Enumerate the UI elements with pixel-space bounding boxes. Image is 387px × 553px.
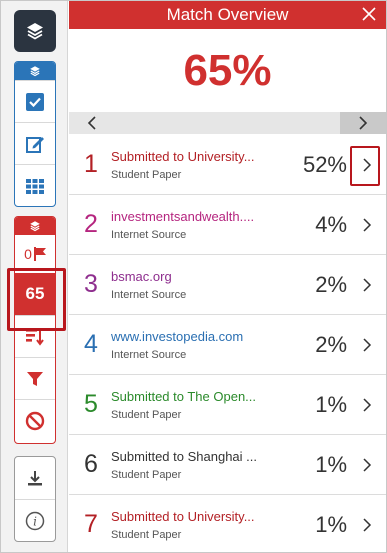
match-row[interactable]: 7 Submitted to University... Student Paper… bbox=[69, 495, 386, 553]
block-icon bbox=[25, 411, 45, 430]
flags-button[interactable]: 0 bbox=[15, 235, 55, 273]
match-rank: 4 bbox=[84, 330, 98, 358]
chevron-right-icon bbox=[362, 157, 371, 172]
match-row[interactable]: 2 investmentsandwealth.... Internet Source… bbox=[69, 195, 386, 255]
rubric-button[interactable] bbox=[15, 164, 55, 206]
red-layer-group: 0 65 bbox=[14, 216, 56, 444]
match-source-type: Student Paper bbox=[111, 168, 182, 181]
chevron-right-icon bbox=[362, 277, 371, 292]
panel-header: Match Overview bbox=[69, 1, 386, 29]
layers-icon bbox=[27, 23, 43, 40]
match-percent: 2% bbox=[315, 271, 347, 297]
chevron-left-icon bbox=[87, 116, 96, 130]
layers-icon bbox=[30, 66, 40, 77]
download-button[interactable] bbox=[15, 457, 55, 499]
match-info: Submitted to The Open... Student Paper bbox=[111, 389, 271, 421]
match-overview-panel: Match Overview 65% 1 Submitted to Univers… bbox=[69, 1, 386, 552]
similarity-score-button[interactable]: 65 bbox=[15, 273, 55, 315]
filter-button[interactable] bbox=[15, 357, 55, 399]
match-percent: 1% bbox=[315, 391, 347, 417]
match-list: 1 Submitted to University... Student Paper… bbox=[69, 135, 386, 553]
side-toolbar: 0 65 i bbox=[1, 1, 68, 552]
info-button[interactable]: i bbox=[15, 499, 55, 541]
match-row[interactable]: 5 Submitted to The Open... Student Paper 1% bbox=[69, 375, 386, 435]
match-expand-button[interactable] bbox=[347, 445, 386, 485]
horizontal-scrollbar[interactable] bbox=[69, 112, 386, 134]
match-info: Submitted to University... Student Paper bbox=[111, 509, 271, 541]
match-expand-button[interactable] bbox=[347, 325, 386, 365]
chevron-right-icon bbox=[359, 116, 368, 130]
layers-button[interactable] bbox=[14, 10, 56, 52]
match-source-type: Internet Source bbox=[111, 228, 187, 241]
layers-icon bbox=[30, 221, 40, 232]
match-source[interactable]: bsmac.org bbox=[111, 269, 266, 284]
match-info: Submitted to Shanghai ... Student Paper bbox=[111, 449, 271, 481]
flag-icon bbox=[33, 247, 46, 261]
match-percent: 1% bbox=[315, 451, 347, 477]
filter-sort-button[interactable] bbox=[15, 315, 55, 357]
scroll-right-button[interactable] bbox=[340, 112, 386, 134]
blue-layer-header bbox=[15, 62, 55, 80]
match-rank: 5 bbox=[84, 390, 98, 418]
chevron-right-icon bbox=[362, 457, 371, 472]
match-source-type: Student Paper bbox=[111, 408, 182, 421]
match-source[interactable]: www.investopedia.com bbox=[111, 329, 266, 344]
match-row[interactable]: 3 bsmac.org Internet Source 2% bbox=[69, 255, 386, 315]
match-percent: 2% bbox=[315, 331, 347, 357]
match-row[interactable]: 1 Submitted to University... Student Paper… bbox=[69, 135, 386, 195]
checkbox-icon bbox=[26, 92, 44, 111]
svg-text:i: i bbox=[33, 514, 37, 528]
flag-count: 0 bbox=[24, 246, 32, 262]
chevron-right-icon bbox=[362, 517, 371, 532]
match-source[interactable]: Submitted to University... bbox=[111, 509, 266, 524]
match-expand-button[interactable] bbox=[347, 205, 386, 245]
match-rank: 1 bbox=[84, 150, 98, 178]
overall-similarity-score: 65% bbox=[183, 45, 272, 95]
utility-group: i bbox=[14, 456, 56, 542]
match-percent: 4% bbox=[315, 211, 347, 237]
match-rank: 2 bbox=[84, 210, 98, 238]
match-info: bsmac.org Internet Source bbox=[111, 269, 271, 301]
red-layer-header bbox=[15, 217, 55, 235]
match-rank: 3 bbox=[84, 270, 98, 298]
filter-icon bbox=[27, 371, 43, 386]
chevron-right-icon bbox=[362, 397, 371, 412]
chevron-right-icon bbox=[362, 217, 371, 232]
edit-icon bbox=[26, 136, 44, 153]
match-source[interactable]: Submitted to The Open... bbox=[111, 389, 266, 404]
match-percent: 52% bbox=[302, 151, 347, 177]
download-icon bbox=[28, 471, 42, 486]
panel-title: Match Overview bbox=[166, 5, 289, 24]
match-row[interactable]: 6 Submitted to Shanghai ... Student Paper 1… bbox=[69, 435, 386, 495]
match-source-type: Student Paper bbox=[111, 468, 182, 481]
match-expand-button[interactable] bbox=[347, 505, 386, 545]
info-icon: i bbox=[25, 511, 45, 530]
match-percent: 1% bbox=[315, 511, 347, 537]
match-expand-button[interactable] bbox=[347, 385, 386, 425]
match-source-type: Internet Source bbox=[111, 288, 187, 301]
close-icon[interactable] bbox=[360, 5, 378, 23]
sort-icon bbox=[26, 328, 44, 346]
match-expand-button[interactable] bbox=[347, 265, 386, 305]
match-source[interactable]: investmentsandwealth.... bbox=[111, 209, 266, 224]
match-source-type: Student Paper bbox=[111, 528, 182, 541]
match-info: investmentsandwealth.... Internet Source bbox=[111, 209, 271, 241]
match-source[interactable]: Submitted to Shanghai ... bbox=[111, 449, 266, 464]
match-source-type: Internet Source bbox=[111, 348, 187, 361]
match-info: www.investopedia.com Internet Source bbox=[111, 329, 271, 361]
match-row[interactable]: 4 www.investopedia.com Internet Source 2% bbox=[69, 315, 386, 375]
chevron-right-icon bbox=[362, 337, 371, 352]
match-expand-button[interactable] bbox=[347, 145, 386, 185]
match-info: Submitted to University... Student Paper bbox=[111, 149, 271, 181]
match-rank: 7 bbox=[84, 510, 98, 538]
match-source[interactable]: Submitted to University... bbox=[111, 149, 266, 164]
feedback-button[interactable] bbox=[15, 122, 55, 164]
grid-icon bbox=[26, 178, 44, 194]
exclude-sources-button[interactable] bbox=[15, 399, 55, 441]
scroll-left-button[interactable] bbox=[69, 112, 115, 134]
match-rank: 6 bbox=[84, 450, 98, 478]
grading-button[interactable] bbox=[15, 80, 55, 122]
blue-layer-group bbox=[14, 61, 56, 207]
